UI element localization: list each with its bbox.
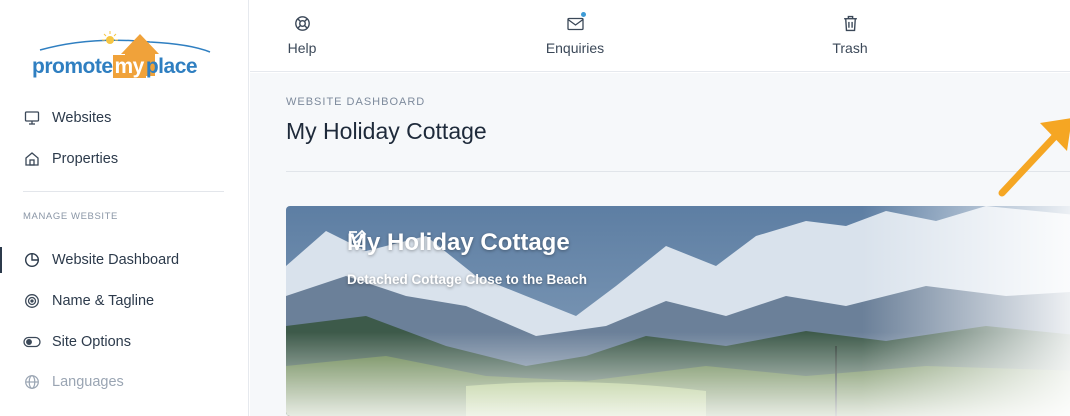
sidebar-item-label: Name & Tagline — [52, 293, 155, 309]
sidebar-item-site-options[interactable]: Site Options — [0, 327, 249, 357]
sidebar-item-websites[interactable]: Websites — [0, 103, 249, 133]
page-eyebrow: WEBSITE DASHBOARD — [286, 96, 426, 108]
logo-word-promote: promote — [32, 55, 113, 78]
nav-enquiries[interactable]: Enquiries — [540, 0, 610, 72]
edit-icon[interactable] — [349, 229, 608, 254]
sidebar-item-properties[interactable]: Properties — [0, 144, 249, 174]
content-divider — [286, 171, 1070, 172]
logo-word-my: my — [112, 55, 146, 78]
promotemyplace-logo[interactable]: promotemyplace — [30, 28, 220, 84]
top-navigation: Help Enquiries Trash — [250, 0, 1070, 72]
sidebar-item-website-dashboard[interactable]: Website Dashboard — [0, 245, 249, 275]
hero-subtitle: Detached Cottage Close to the Beach — [347, 272, 588, 287]
hero-title: My Holiday Cottage — [347, 229, 570, 256]
hero-banner: My Holiday Cottage Detached Cottage Clos… — [286, 206, 1070, 416]
home-icon — [23, 150, 41, 168]
sidebar-item-label: Languages — [52, 374, 124, 390]
annotation-arrow — [998, 118, 1070, 197]
sidebar-item-label: Website Dashboard — [52, 252, 180, 268]
sidebar-item-label: Properties — [52, 151, 119, 167]
sidebar-section-label: MANAGE WEBSITE — [23, 211, 118, 222]
toggle-icon — [23, 333, 41, 351]
nav-enquiries-label: Enquiries — [545, 40, 605, 56]
notification-dot — [581, 12, 586, 17]
nav-trash[interactable]: Trash — [828, 0, 872, 72]
lifebuoy-icon — [293, 14, 311, 32]
sidebar: promotemyplace Websites Properties MANAG… — [0, 0, 249, 416]
sidebar-item-name-tagline[interactable]: Name & Tagline — [0, 286, 249, 316]
nav-help[interactable]: Help — [282, 0, 322, 72]
sidebar-item-label: Websites — [52, 110, 112, 126]
target-icon — [23, 292, 41, 310]
trash-icon — [841, 14, 859, 32]
main-content: WEBSITE DASHBOARD My Holiday Cottage My … — [250, 73, 1070, 416]
hero-title-row: My Holiday Cottage — [347, 229, 608, 257]
logo-word-place: place — [145, 55, 198, 78]
nav-trash-label: Trash — [832, 40, 868, 56]
mail-icon — [566, 12, 586, 32]
monitor-icon — [23, 109, 41, 127]
page-title: My Holiday Cottage — [286, 118, 487, 144]
sidebar-divider — [23, 191, 224, 192]
globe-icon — [23, 373, 41, 391]
logo-wordmark: promotemyplace — [32, 55, 198, 79]
nav-help-label: Help — [287, 40, 317, 56]
sidebar-item-label: Site Options — [52, 334, 131, 350]
sidebar-item-languages[interactable]: Languages — [0, 367, 249, 397]
pie-chart-icon — [23, 251, 41, 269]
